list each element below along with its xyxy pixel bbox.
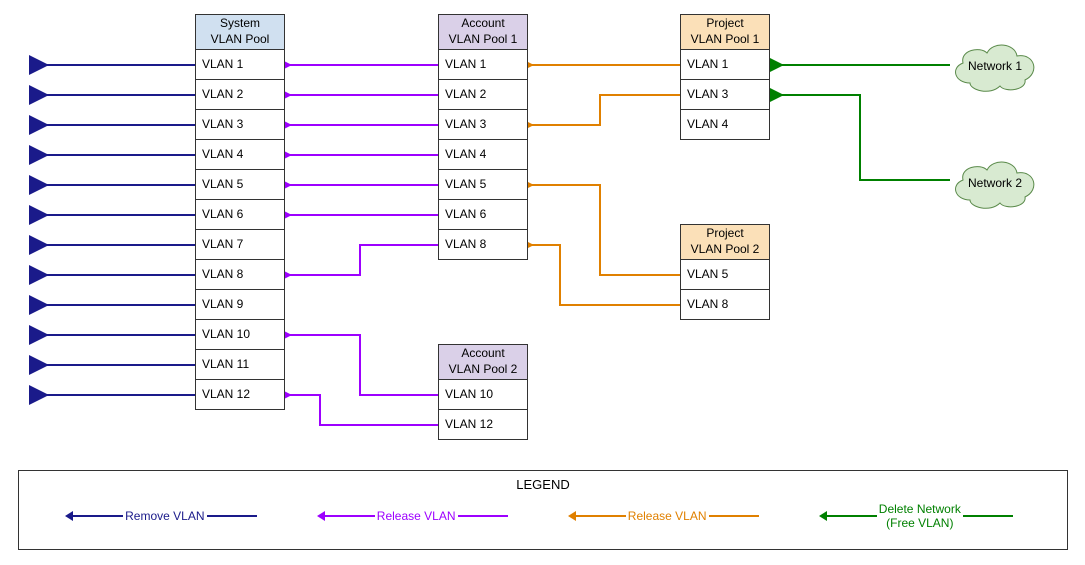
line-tail: [709, 515, 759, 517]
vlan-cell: VLAN 3: [438, 110, 528, 140]
delete-network-arrows: [780, 65, 950, 180]
vlan-cell: VLAN 1: [680, 50, 770, 80]
vlan-cell: VLAN 8: [195, 260, 285, 290]
vlan-cell: VLAN 7: [195, 230, 285, 260]
vlan-cell: VLAN 3: [680, 80, 770, 110]
vlan-cell: VLAN 2: [195, 80, 285, 110]
vlan-cell: VLAN 11: [195, 350, 285, 380]
account-vlan-pool-2: Account VLAN Pool 2 VLAN 10 VLAN 12: [438, 344, 528, 440]
account1-header: Account VLAN Pool 1: [438, 14, 528, 50]
line-tail: [458, 515, 508, 517]
vlan-cell: VLAN 12: [438, 410, 528, 440]
arrow-icon: [73, 515, 123, 517]
line-tail: [963, 515, 1013, 517]
legend-label: Release VLAN: [377, 509, 456, 523]
diagram-canvas: System VLAN Pool VLAN 1 VLAN 2 VLAN 3 VL…: [0, 0, 1085, 565]
legend-title: LEGEND: [19, 471, 1067, 502]
header-line1: Project: [706, 16, 743, 32]
account2-header: Account VLAN Pool 2: [438, 344, 528, 380]
network-1-cloud: Network 1: [945, 38, 1045, 93]
legend-label-l2: (Free VLAN): [879, 516, 961, 530]
vlan-cell: VLAN 8: [680, 290, 770, 320]
header-line2: VLAN Pool 2: [449, 362, 518, 378]
legend-label: Release VLAN: [628, 509, 707, 523]
release-vlan-purple-arrows: [288, 65, 438, 425]
network-2-label: Network 2: [945, 155, 1045, 210]
vlan-cell: VLAN 3: [195, 110, 285, 140]
vlan-cell: VLAN 10: [438, 380, 528, 410]
account-vlan-pool-1: Account VLAN Pool 1 VLAN 1 VLAN 2 VLAN 3…: [438, 14, 528, 260]
header-line2: VLAN Pool 1: [691, 32, 760, 48]
vlan-cell: VLAN 5: [438, 170, 528, 200]
arrow-icon: [576, 515, 626, 517]
legend-label: Remove VLAN: [125, 509, 204, 523]
vlan-cell: VLAN 5: [680, 260, 770, 290]
header-line1: Account: [461, 16, 504, 32]
arrow-icon: [827, 515, 877, 517]
vlan-cell: VLAN 5: [195, 170, 285, 200]
remove-vlan-arrows: [45, 65, 195, 395]
legend-delete-network: Delete Network (Free VLAN): [827, 502, 1013, 531]
network-2-cloud: Network 2: [945, 155, 1045, 210]
arrow-icon: [325, 515, 375, 517]
vlan-cell: VLAN 6: [438, 200, 528, 230]
project-vlan-pool-1: Project VLAN Pool 1 VLAN 1 VLAN 3 VLAN 4: [680, 14, 770, 140]
header-line2: VLAN Pool: [211, 32, 270, 48]
legend-release-vlan-orange: Release VLAN: [576, 509, 759, 523]
vlan-cell: VLAN 2: [438, 80, 528, 110]
vlan-cell: VLAN 8: [438, 230, 528, 260]
header-line1: Project: [706, 226, 743, 242]
header-line2: VLAN Pool 1: [449, 32, 518, 48]
legend: LEGEND Remove VLAN Release VLAN Release …: [18, 470, 1068, 550]
release-vlan-orange-arrows: [530, 65, 680, 305]
header-line1: System: [220, 16, 260, 32]
vlan-cell: VLAN 1: [195, 50, 285, 80]
vlan-cell: VLAN 4: [680, 110, 770, 140]
vlan-cell: VLAN 4: [438, 140, 528, 170]
legend-label: Delete Network (Free VLAN): [879, 502, 961, 531]
legend-label-l1: Delete Network: [879, 502, 961, 516]
vlan-cell: VLAN 1: [438, 50, 528, 80]
vlan-cell: VLAN 10: [195, 320, 285, 350]
system-pool-header: System VLAN Pool: [195, 14, 285, 50]
line-tail: [207, 515, 257, 517]
project-vlan-pool-2: Project VLAN Pool 2 VLAN 5 VLAN 8: [680, 224, 770, 320]
vlan-cell: VLAN 9: [195, 290, 285, 320]
network-1-label: Network 1: [945, 38, 1045, 93]
legend-release-vlan-purple: Release VLAN: [325, 509, 508, 523]
project2-header: Project VLAN Pool 2: [680, 224, 770, 260]
header-line2: VLAN Pool 2: [691, 242, 760, 258]
legend-remove-vlan: Remove VLAN: [73, 509, 256, 523]
header-line1: Account: [461, 346, 504, 362]
system-vlan-pool: System VLAN Pool VLAN 1 VLAN 2 VLAN 3 VL…: [195, 14, 285, 410]
legend-row: Remove VLAN Release VLAN Release VLAN De…: [19, 502, 1067, 541]
vlan-cell: VLAN 4: [195, 140, 285, 170]
vlan-cell: VLAN 12: [195, 380, 285, 410]
project1-header: Project VLAN Pool 1: [680, 14, 770, 50]
vlan-cell: VLAN 6: [195, 200, 285, 230]
